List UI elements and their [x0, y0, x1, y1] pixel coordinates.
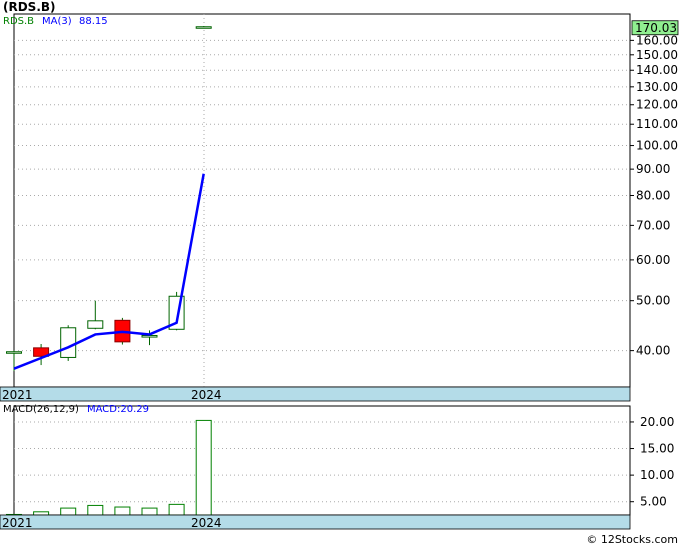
- chart-canvas: 40.00 50.00 60.00 70.00 80.00 90.00 100.00 110.…: [0, 13, 679, 546]
- macd-axis-tick-label: 20.00: [640, 415, 674, 429]
- legend-ma-label: MA(3): [42, 16, 72, 27]
- candle-bull: [195, 26, 212, 29]
- macd-x-axis-band: [0, 514, 631, 530]
- last-price-label: 170.03: [635, 21, 677, 35]
- macd-bar: [33, 511, 50, 516]
- price-axis-tick-label: 150.00: [636, 48, 678, 62]
- price-axis-tick-label: 90.00: [636, 162, 670, 176]
- macd-bar: [114, 506, 131, 516]
- candle-bull: [87, 320, 104, 329]
- macd-axis-tick-label: 5.00: [640, 495, 667, 509]
- price-axis-tick-label: 130.00: [636, 80, 678, 94]
- stock-chart: (RDS.B) 40.00 50.00 60.00 70.00 80.00 90.00 10…: [0, 0, 680, 546]
- price-axis-tick-label: 80.00: [636, 188, 670, 202]
- macd-bar: [87, 504, 104, 516]
- price-axis-tick-label: 140.00: [636, 63, 678, 77]
- price-axis-tick-label: 60.00: [636, 253, 670, 267]
- macd-bar: [141, 507, 158, 516]
- price-axis-tick-label: 50.00: [636, 294, 670, 308]
- legend-symbol: RDS.B: [3, 16, 34, 27]
- macd-axis-tick-label: 15.00: [640, 442, 674, 456]
- macd-x-tick-label: 2024: [191, 516, 222, 530]
- macd-bar: [195, 419, 212, 516]
- price-axis-tick-label: 40.00: [636, 344, 670, 358]
- macd-bar: [168, 503, 185, 516]
- price-x-axis-band: [0, 386, 631, 402]
- price-x-tick-label: 2021: [2, 388, 33, 402]
- watermark: © 12Stocks.com: [586, 533, 678, 546]
- price-axis-tick-label: 110.00: [636, 117, 678, 131]
- chart-title: (RDS.B): [3, 0, 56, 14]
- macd-bar: [60, 507, 77, 516]
- price-axis-tick-label: 100.00: [636, 139, 678, 153]
- price-x-tick-label: 2024: [191, 388, 222, 402]
- candle-bull: [60, 327, 77, 358]
- macd-axis-tick-label: 10.00: [640, 468, 674, 482]
- legend-ma-value: 88.15: [79, 16, 108, 27]
- price-axis-tick-label: 70.00: [636, 218, 670, 232]
- candle-bull: [141, 334, 158, 338]
- price-axis-tick-label: 160.00: [636, 33, 678, 47]
- candle-bull: [6, 351, 22, 354]
- macd-legend-value: MACD:20.29: [87, 404, 149, 415]
- price-axis-tick-label: 120.00: [636, 98, 678, 112]
- macd-legend-label: MACD(26,12,9): [3, 404, 79, 415]
- macd-x-tick-label: 2021: [2, 516, 33, 530]
